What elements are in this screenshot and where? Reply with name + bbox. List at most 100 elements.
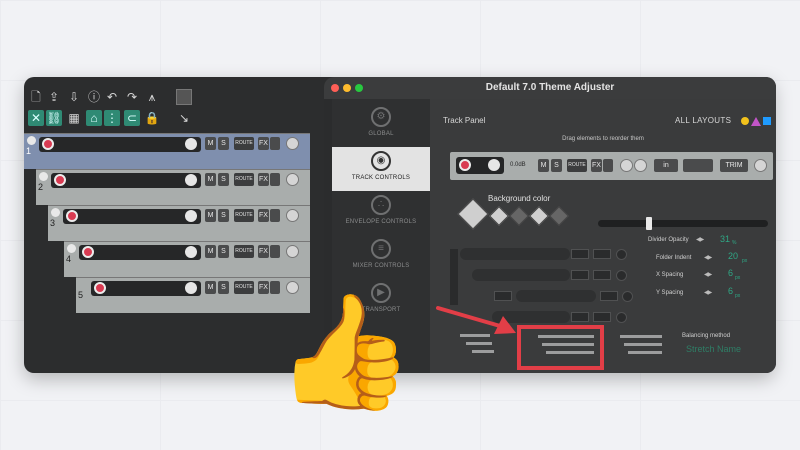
solo-button[interactable]: S — [218, 209, 229, 222]
metronome-icon[interactable]: ⩚ — [144, 89, 160, 105]
volume-knob[interactable] — [185, 174, 197, 186]
solo-button[interactable]: S — [218, 173, 229, 186]
redo-icon[interactable]: ↷ — [124, 89, 140, 105]
fx-bypass-button[interactable] — [270, 209, 280, 222]
slider-thumb[interactable] — [646, 217, 652, 230]
mute-button[interactable]: M — [205, 245, 216, 258]
layout-button[interactable] — [593, 312, 611, 322]
mute-button[interactable]: M — [205, 281, 216, 294]
fx-button[interactable]: FX — [258, 137, 269, 150]
layout-row[interactable] — [460, 248, 570, 260]
volume-knob[interactable] — [488, 159, 500, 171]
fx-button[interactable]: FX — [258, 281, 269, 294]
route-button[interactable]: ROUTE — [234, 173, 254, 186]
pan-knob[interactable] — [286, 137, 299, 150]
mute-button[interactable]: M — [205, 137, 216, 150]
env-knob[interactable] — [754, 159, 767, 172]
route-button[interactable]: ROUTE — [234, 209, 254, 222]
color-swatch[interactable] — [529, 206, 549, 226]
fx-bypass-button[interactable] — [270, 137, 280, 150]
close-window-button[interactable] — [331, 84, 339, 92]
pan-knob[interactable] — [620, 159, 633, 172]
track-row[interactable]: 2 M S ROUTE FX — [36, 169, 310, 205]
solo-button[interactable]: S — [218, 281, 229, 294]
save-icon[interactable]: ⇪ — [46, 89, 62, 105]
layout-button[interactable] — [593, 270, 611, 280]
layout-knob[interactable] — [616, 270, 627, 281]
volume-knob[interactable] — [185, 210, 197, 222]
folder-toggle-icon[interactable] — [39, 172, 48, 181]
zoom-window-button[interactable] — [355, 84, 363, 92]
layout-knob[interactable] — [616, 312, 627, 323]
ripple-edit-icon[interactable]: ✕ — [28, 110, 44, 126]
record-arm-button[interactable] — [54, 174, 66, 186]
monitor-select[interactable] — [683, 159, 713, 172]
pan-knob[interactable] — [286, 173, 299, 186]
stepper-arrows-icon[interactable]: ◀▶ — [704, 271, 712, 278]
lock-icon[interactable]: 🔒 — [144, 110, 160, 126]
track-name-bar[interactable] — [63, 209, 201, 224]
color-swatch[interactable] — [509, 206, 529, 226]
track-row[interactable]: 3 M S ROUTE FX — [48, 205, 310, 241]
sidebar-item-envelope-controls[interactable]: ∴ ENVELOPE CONTROLS — [332, 191, 430, 235]
minimize-window-button[interactable] — [343, 84, 351, 92]
folder-toggle-icon[interactable] — [27, 136, 36, 145]
route-button[interactable]: ROUTE — [234, 137, 254, 150]
record-arm-button[interactable] — [94, 282, 106, 294]
divider-opacity-slider[interactable] — [598, 220, 768, 227]
input-select[interactable]: in — [654, 159, 678, 172]
mute-button[interactable]: M — [205, 209, 216, 222]
mute-button[interactable]: M — [538, 159, 549, 172]
fx-button[interactable]: FX — [258, 209, 269, 222]
preview-name-bar[interactable] — [456, 157, 504, 174]
stepper-arrows-icon[interactable]: ◀▶ — [696, 236, 704, 243]
solo-button[interactable]: S — [218, 137, 229, 150]
route-button[interactable]: ROUTE — [234, 245, 254, 258]
track-name-bar[interactable] — [91, 281, 201, 296]
fx-bypass-button[interactable] — [270, 245, 280, 258]
color-swatch[interactable] — [549, 206, 569, 226]
layout-button[interactable] — [600, 291, 618, 301]
stepper-arrows-icon[interactable]: ◀▶ — [704, 254, 712, 261]
stepper-arrows-icon[interactable]: ◀▶ — [704, 289, 712, 296]
volume-knob[interactable] — [185, 138, 197, 150]
record-arm-button[interactable] — [42, 138, 54, 150]
volume-knob[interactable] — [185, 282, 197, 294]
route-button[interactable]: ROUTE — [567, 159, 587, 172]
color-swatch[interactable] — [489, 206, 509, 226]
track-name-bar[interactable] — [39, 137, 201, 152]
mute-button[interactable]: M — [205, 173, 216, 186]
record-arm-button[interactable] — [459, 159, 471, 171]
solo-button[interactable]: S — [218, 245, 229, 258]
track-row[interactable]: 1 M S ROUTE FX — [24, 133, 310, 169]
fx-bypass-button[interactable] — [270, 173, 280, 186]
info-icon[interactable]: ⓘ — [86, 89, 102, 105]
sidebar-item-global[interactable]: ⚙ GLOBAL — [332, 103, 430, 147]
layout-button[interactable] — [571, 312, 589, 322]
undo-icon[interactable]: ↶ — [104, 89, 120, 105]
width-knob[interactable] — [634, 159, 647, 172]
track-name-bar[interactable] — [51, 173, 201, 188]
fx-button[interactable]: FX — [258, 173, 269, 186]
snap-grid-icon[interactable]: ⋮ — [104, 110, 120, 126]
layout-knob[interactable] — [622, 291, 633, 302]
layout-button[interactable] — [571, 270, 589, 280]
folder-toggle-icon[interactable] — [51, 208, 60, 217]
sidebar-item-track-controls[interactable]: ◉ TRACK CONTROLS — [332, 147, 430, 191]
fx-button[interactable]: FX — [591, 159, 602, 172]
download-icon[interactable]: ⇩ — [66, 89, 82, 105]
background-color-swatch[interactable] — [457, 198, 489, 230]
fx-bypass-button[interactable] — [603, 159, 613, 172]
route-button[interactable]: ROUTE — [234, 281, 254, 294]
grid-icon[interactable]: ▦ — [66, 110, 82, 126]
volume-knob[interactable] — [185, 246, 197, 258]
layout-row[interactable] — [516, 290, 596, 302]
record-arm-button[interactable] — [66, 210, 78, 222]
layout-row[interactable] — [472, 269, 570, 281]
track-name-bar[interactable] — [79, 245, 201, 260]
pan-knob[interactable] — [286, 245, 299, 258]
record-arm-button[interactable] — [82, 246, 94, 258]
layout-button[interactable] — [571, 249, 589, 259]
layout-button[interactable] — [593, 249, 611, 259]
pan-knob[interactable] — [286, 209, 299, 222]
